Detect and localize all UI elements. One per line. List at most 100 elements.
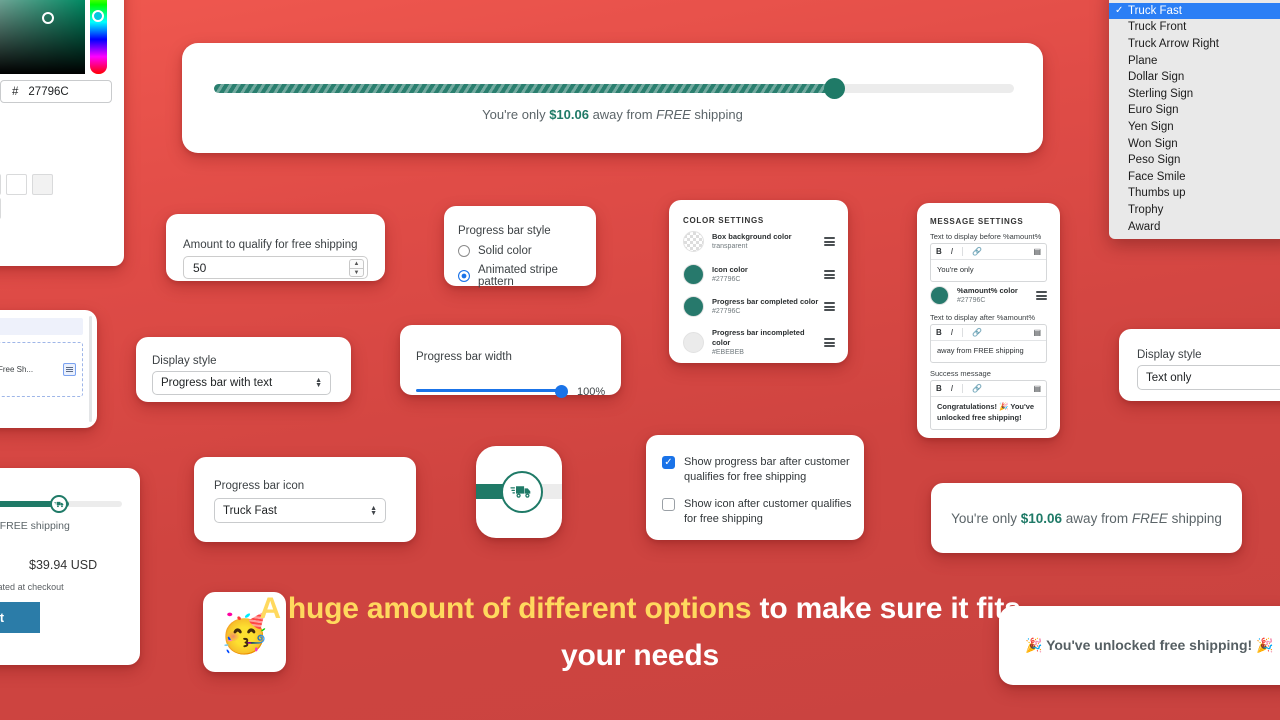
progress-bar-icon-card: Progress bar icon Truck Fast ▲ ▼ [194, 457, 416, 542]
dropdown-option-dollar-sign[interactable]: Dollar Sign [1109, 69, 1280, 86]
dropdown-option-thumbs-up[interactable]: Thumbs up [1109, 185, 1280, 202]
swatch-amount-color-icon[interactable] [930, 286, 949, 306]
dropdown-option-won-sign[interactable]: Won Sign [1109, 135, 1280, 152]
hex-input[interactable]: # 27796C [0, 80, 112, 103]
bold-icon-3[interactable]: B [936, 384, 942, 393]
checkbox-icon-show-icon[interactable] [662, 498, 675, 511]
dropdown-option-award[interactable]: Award [1109, 218, 1280, 235]
checkbox-row-show-icon[interactable]: Show icon after customer qualifies for f… [662, 497, 852, 527]
editor-link-section[interactable]: on [0, 410, 83, 423]
chevron-updown-icon-1[interactable]: ▲ ▼ [315, 377, 322, 389]
progress-bar-icon-value: Truck Fast [223, 504, 277, 517]
success-message-editor[interactable]: B I 🔗 ▤ Congratulations! 🎉 You've unlock… [930, 380, 1047, 430]
radio-solid-color[interactable]: Solid color [458, 245, 532, 257]
recently-used-row-1[interactable] [0, 174, 53, 195]
link-icon-2[interactable]: 🔗 [972, 328, 982, 337]
amount-color-row[interactable]: %amount% color #27796C [930, 286, 1047, 306]
after-editor-toolbar[interactable]: B I 🔗 ▤ [931, 325, 1046, 341]
editor-link-block[interactable]: lock [0, 397, 83, 410]
italic-icon-2[interactable]: I [951, 328, 953, 337]
stepper-up-icon[interactable]: ▲ [349, 258, 364, 268]
dropdown-option-truck-front[interactable]: Truck Front [1109, 19, 1280, 36]
editor-block-list[interactable]: tal price X Away from Free Sh... out but… [0, 342, 83, 397]
checkout-button[interactable]: heck out [0, 602, 40, 633]
chevron-updown-icon-2[interactable]: ▲ ▼ [370, 505, 377, 517]
icon-select-dropdown[interactable]: Truck Truck Fast Truck Front Truck Arrow… [1109, 0, 1280, 239]
checkbox-label-show-progress-bar: Show progress bar after customer qualifi… [684, 456, 850, 483]
checkbox-row-show-progress-bar[interactable]: ✓ Show progress bar after customer quali… [662, 455, 852, 485]
amount-input[interactable]: 50 ▲ ▼ [183, 256, 368, 279]
editor-item-checkout-button[interactable]: out button [0, 378, 76, 391]
before-editor-toolbar[interactable]: B I 🔗 ▤ [931, 244, 1046, 260]
align-icon-2[interactable]: ▤ [1033, 328, 1041, 337]
display-style-label: Display style [152, 355, 217, 367]
editor-item-away-from-free-shipping[interactable]: X Away from Free Sh... [0, 361, 76, 378]
sv-cursor[interactable] [42, 12, 54, 24]
after-amount-value[interactable]: away from FREE shipping [931, 341, 1046, 362]
swatch-icon-color-icon[interactable] [683, 264, 704, 285]
saturation-value-square[interactable] [0, 0, 85, 74]
drag-handle-icon-3[interactable] [824, 301, 835, 312]
bold-icon-2[interactable]: B [936, 328, 942, 337]
recently-used-row-2[interactable] [0, 198, 1, 219]
drag-handle-icon-5[interactable] [1036, 291, 1047, 301]
progress-bar-icon-select[interactable]: Truck Fast ▲ ▼ [214, 498, 386, 523]
swatch-incompleted-icon[interactable] [683, 332, 704, 354]
checkbox-icon-show-progress-bar[interactable]: ✓ [662, 456, 675, 469]
align-icon-3[interactable]: ▤ [1033, 384, 1041, 393]
link-icon-3[interactable]: 🔗 [972, 384, 982, 393]
swatch-used-3[interactable] [0, 174, 1, 195]
color-row-icon-color[interactable]: Icon color #27796C [683, 264, 835, 285]
italic-icon-3[interactable]: I [951, 384, 953, 393]
dropdown-option-face-smile[interactable]: Face Smile [1109, 169, 1280, 186]
display-style-select-2[interactable]: Text only [1137, 365, 1280, 390]
before-amount-editor[interactable]: B I 🔗 ▤ You're only [930, 243, 1047, 282]
stepper-down-icon[interactable]: ▼ [349, 267, 364, 277]
progress-bar-track [214, 78, 1014, 99]
link-icon-1[interactable]: 🔗 [972, 247, 982, 256]
swatch-used-8[interactable] [0, 198, 1, 219]
cart-truck-icon [50, 495, 68, 513]
hue-slider-handle[interactable] [92, 10, 104, 22]
before-amount-value[interactable]: You're only [931, 260, 1046, 281]
amount-stepper[interactable]: ▲ ▼ [349, 258, 364, 277]
width-slider-handle[interactable] [555, 385, 568, 398]
align-icon-1[interactable]: ▤ [1033, 247, 1041, 256]
drag-handle-icon-editor[interactable] [63, 363, 76, 376]
display-style-select[interactable]: Progress bar with text ▲ ▼ [152, 371, 331, 395]
radio-icon-animated[interactable] [458, 270, 470, 282]
radio-animated-stripe[interactable]: Animated stripe pattern [458, 264, 596, 288]
after-amount-editor[interactable]: B I 🔗 ▤ away from FREE shipping [930, 324, 1047, 363]
color-picker-panel[interactable]: # 27796C ly selected tly used [0, 0, 124, 266]
drag-handle-icon-4[interactable] [824, 338, 835, 348]
dropdown-option-plane[interactable]: Plane [1109, 52, 1280, 69]
swatch-completed-icon[interactable] [683, 296, 704, 317]
dropdown-option-peso-sign[interactable]: Peso Sign [1109, 152, 1280, 169]
dropdown-option-euro-sign[interactable]: Euro Sign [1109, 102, 1280, 119]
dropdown-option-truck-arrow-right[interactable]: Truck Arrow Right [1109, 36, 1280, 53]
success-message-value[interactable]: Congratulations! 🎉 You've unlocked free … [931, 397, 1046, 429]
dropdown-option-yen-sign[interactable]: Yen Sign [1109, 119, 1280, 136]
dropdown-option-truck-fast[interactable]: Truck Fast [1109, 2, 1280, 20]
swatch-used-5[interactable] [32, 174, 53, 195]
hero-message-suffix: shipping [690, 107, 743, 122]
radio-icon-solid[interactable] [458, 245, 470, 257]
radio-label-solid: Solid color [478, 245, 532, 257]
editor-scrollbar[interactable] [89, 316, 92, 422]
amount-color-value: #27796C [957, 297, 986, 305]
color-row-incompleted[interactable]: Progress bar incompleted color #EBEBEB [683, 328, 835, 357]
drag-handle-icon-1[interactable] [824, 236, 835, 247]
drag-handle-icon-2[interactable] [824, 269, 835, 280]
success-editor-toolbar[interactable]: B I 🔗 ▤ [931, 381, 1046, 397]
color-row-box-background[interactable]: Box background color transparent [683, 231, 835, 252]
dropdown-option-trophy[interactable]: Trophy [1109, 202, 1280, 219]
swatch-box-background-icon[interactable] [683, 231, 704, 252]
width-slider-track[interactable] [416, 389, 563, 392]
editor-item-total-price[interactable]: tal price [0, 348, 76, 361]
bold-icon-1[interactable]: B [936, 247, 942, 256]
swatch-used-4[interactable] [6, 174, 27, 195]
italic-icon-1[interactable]: I [951, 247, 953, 256]
truck-fast-icon [501, 471, 543, 513]
dropdown-option-sterling-sign[interactable]: Sterling Sign [1109, 86, 1280, 103]
color-row-completed[interactable]: Progress bar completed color #27796C [683, 296, 835, 317]
